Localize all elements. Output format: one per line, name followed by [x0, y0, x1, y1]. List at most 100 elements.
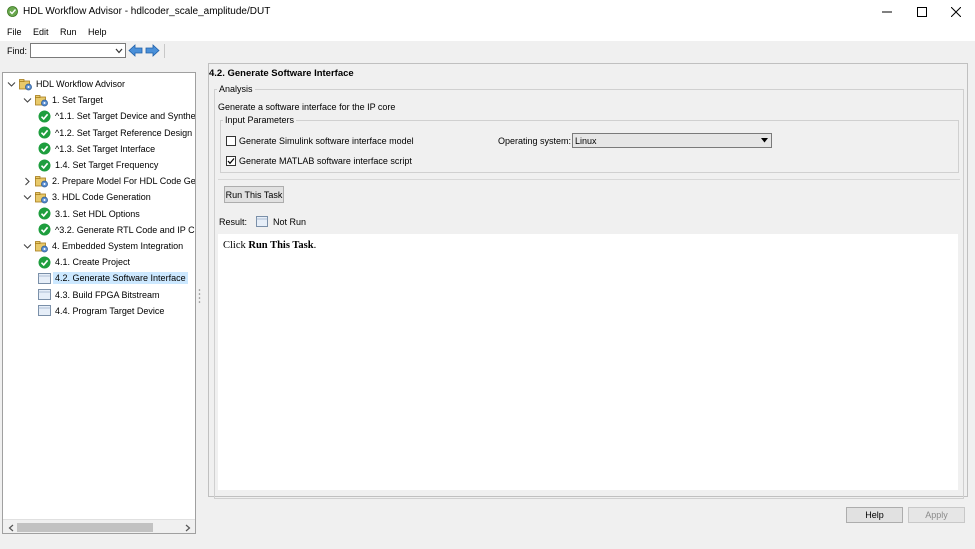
apply-button[interactable]: Apply [908, 507, 965, 523]
scroll-thumb[interactable] [17, 523, 153, 532]
folder-gear-icon [35, 240, 48, 253]
tree-item[interactable]: 4.3. Build FPGA Bitstream [38, 287, 160, 303]
tree-item-label: ^3.2. Generate RTL Code and IP Co [55, 224, 196, 235]
menu-run[interactable]: Run [60, 27, 77, 37]
tree-item[interactable]: ^1.2. Set Target Reference Design [38, 125, 192, 141]
run-this-task-button[interactable]: Run This Task [224, 186, 284, 203]
simulink-interface-label[interactable]: Generate Simulink software interface mod… [239, 136, 414, 146]
toolbar: Find: [0, 41, 975, 60]
operating-system-select[interactable] [572, 133, 772, 148]
tree-item-label: ^1.2. Set Target Reference Design [55, 127, 193, 138]
green-check-icon [38, 159, 51, 172]
tree-item[interactable]: 3. HDL Code Generation [22, 189, 151, 205]
output-prefix: Click [223, 240, 249, 251]
chevron-right-icon [185, 524, 190, 531]
operating-system-value[interactable]: Linux [575, 136, 597, 146]
tree-item-label: 3. HDL Code Generation [52, 192, 151, 203]
tree-item[interactable]: 1. Set Target [22, 92, 103, 108]
close-button[interactable] [937, 0, 975, 24]
task-pending-icon [38, 304, 51, 317]
folder-gear-icon [35, 175, 48, 188]
menu-file[interactable]: File [7, 27, 22, 37]
tree-expanded-chevron-icon[interactable] [22, 192, 32, 202]
tree-item-label: 4. Embedded System Integration [52, 241, 184, 251]
menu-bar: File Edit Run Help [0, 24, 975, 41]
tree-item-label: 4.4. Program Target Device [55, 305, 165, 316]
task-output-area [218, 234, 958, 490]
tree-item[interactable]: 1.4. Set Target Frequency [38, 157, 158, 173]
folder-gear-icon [35, 94, 48, 107]
tree-item-label: ^1.1. Set Target Device and Synthe [55, 111, 196, 122]
folder-gear-icon [35, 191, 48, 204]
workflow-tree[interactable]: HDL Workflow Advisor 1. Set Target ^1.1. S… [2, 72, 196, 534]
tree-item-label: 1.4. Set Target Frequency [55, 160, 159, 170]
tree-item-label: 1. Set Target [52, 95, 103, 106]
find-input[interactable] [30, 43, 126, 58]
matlab-interface-checkbox[interactable] [226, 156, 236, 166]
tree-expanded-chevron-icon[interactable] [22, 241, 32, 251]
tree-item-label: 2. Prepare Model For HDL Code Genera [52, 176, 196, 187]
operating-system-label: Operating system: [498, 136, 572, 146]
tree-item-label: HDL Workflow Advisor [36, 79, 126, 89]
checkmark-icon [227, 158, 235, 165]
green-check-icon [38, 142, 51, 155]
task-output-text: Click Run This Task. [223, 240, 316, 251]
tree-item[interactable]: 4. Embedded System Integration [22, 238, 183, 254]
chevron-down-icon [115, 48, 123, 53]
input-parameters-title: Input Parameters [223, 115, 297, 125]
scroll-left-button[interactable] [3, 520, 18, 533]
task-title: 4.2. Generate Software Interface [209, 68, 354, 79]
help-button[interactable]: Help [846, 507, 903, 523]
maximize-icon [917, 7, 927, 17]
find-previous-icon[interactable] [128, 44, 143, 57]
tree-expanded-chevron-icon[interactable] [6, 79, 16, 89]
task-pending-icon [38, 272, 51, 285]
tree-item-label: ^1.3. Set Target Interface [55, 143, 156, 154]
green-check-icon [38, 110, 51, 123]
tree-item[interactable]: 4.1. Create Project [38, 254, 130, 270]
analysis-group-title: Analysis [217, 84, 255, 94]
green-check-icon [38, 207, 51, 220]
result-status: Not Run [273, 217, 307, 227]
green-check-icon [38, 126, 51, 139]
toolbar-separator [164, 44, 165, 58]
find-next-icon[interactable] [145, 44, 160, 57]
dropdown-arrow-icon[interactable] [760, 136, 769, 145]
close-icon [951, 7, 961, 17]
matlab-interface-label[interactable]: Generate MATLAB software interface scrip… [239, 156, 412, 166]
find-dropdown-button[interactable] [114, 45, 124, 56]
green-check-icon [38, 223, 51, 236]
chevron-left-icon [8, 524, 13, 531]
title-bar: HDL Workflow Advisor - hdlcoder_scale_am… [0, 0, 975, 24]
tree-item[interactable]: 4.2. Generate Software Interface [38, 270, 188, 286]
triangle-down-icon [761, 138, 768, 143]
minimize-button[interactable] [868, 0, 906, 24]
tree-item[interactable]: ^1.1. Set Target Device and Synthe [38, 108, 196, 124]
tree-item[interactable]: 3.1. Set HDL Options [38, 206, 140, 222]
maximize-button[interactable] [903, 0, 941, 24]
tree-item[interactable]: ^1.3. Set Target Interface [38, 141, 155, 157]
tree-item-label: 3.1. Set HDL Options [55, 208, 140, 219]
horizontal-scrollbar[interactable] [3, 519, 195, 533]
app-icon [7, 6, 18, 17]
tree-item[interactable]: 2. Prepare Model For HDL Code Genera [22, 173, 196, 189]
result-label: Result: [219, 217, 248, 227]
task-pending-icon [38, 288, 51, 301]
not-run-status-icon [256, 216, 268, 227]
menu-edit[interactable]: Edit [33, 27, 49, 37]
tree-item[interactable]: 4.4. Program Target Device [38, 303, 164, 319]
tree-collapsed-chevron-icon[interactable] [22, 176, 32, 186]
scroll-right-button[interactable] [180, 520, 195, 533]
splitter-grip-icon[interactable] [198, 288, 201, 304]
menu-help[interactable]: Help [88, 27, 107, 37]
analysis-description: Generate a software interface for the IP… [218, 102, 396, 112]
output-bold: Run This Task [248, 240, 314, 251]
tree-expanded-chevron-icon[interactable] [22, 95, 32, 105]
tree-item[interactable]: ^3.2. Generate RTL Code and IP Co [38, 222, 196, 238]
folder-gear-icon [19, 78, 32, 91]
tree-item[interactable]: HDL Workflow Advisor [6, 76, 125, 92]
simulink-interface-checkbox[interactable] [226, 136, 236, 146]
divider [218, 179, 960, 180]
find-label: Find: [7, 46, 28, 56]
tree-item-label: 4.3. Build FPGA Bitstream [55, 289, 160, 300]
